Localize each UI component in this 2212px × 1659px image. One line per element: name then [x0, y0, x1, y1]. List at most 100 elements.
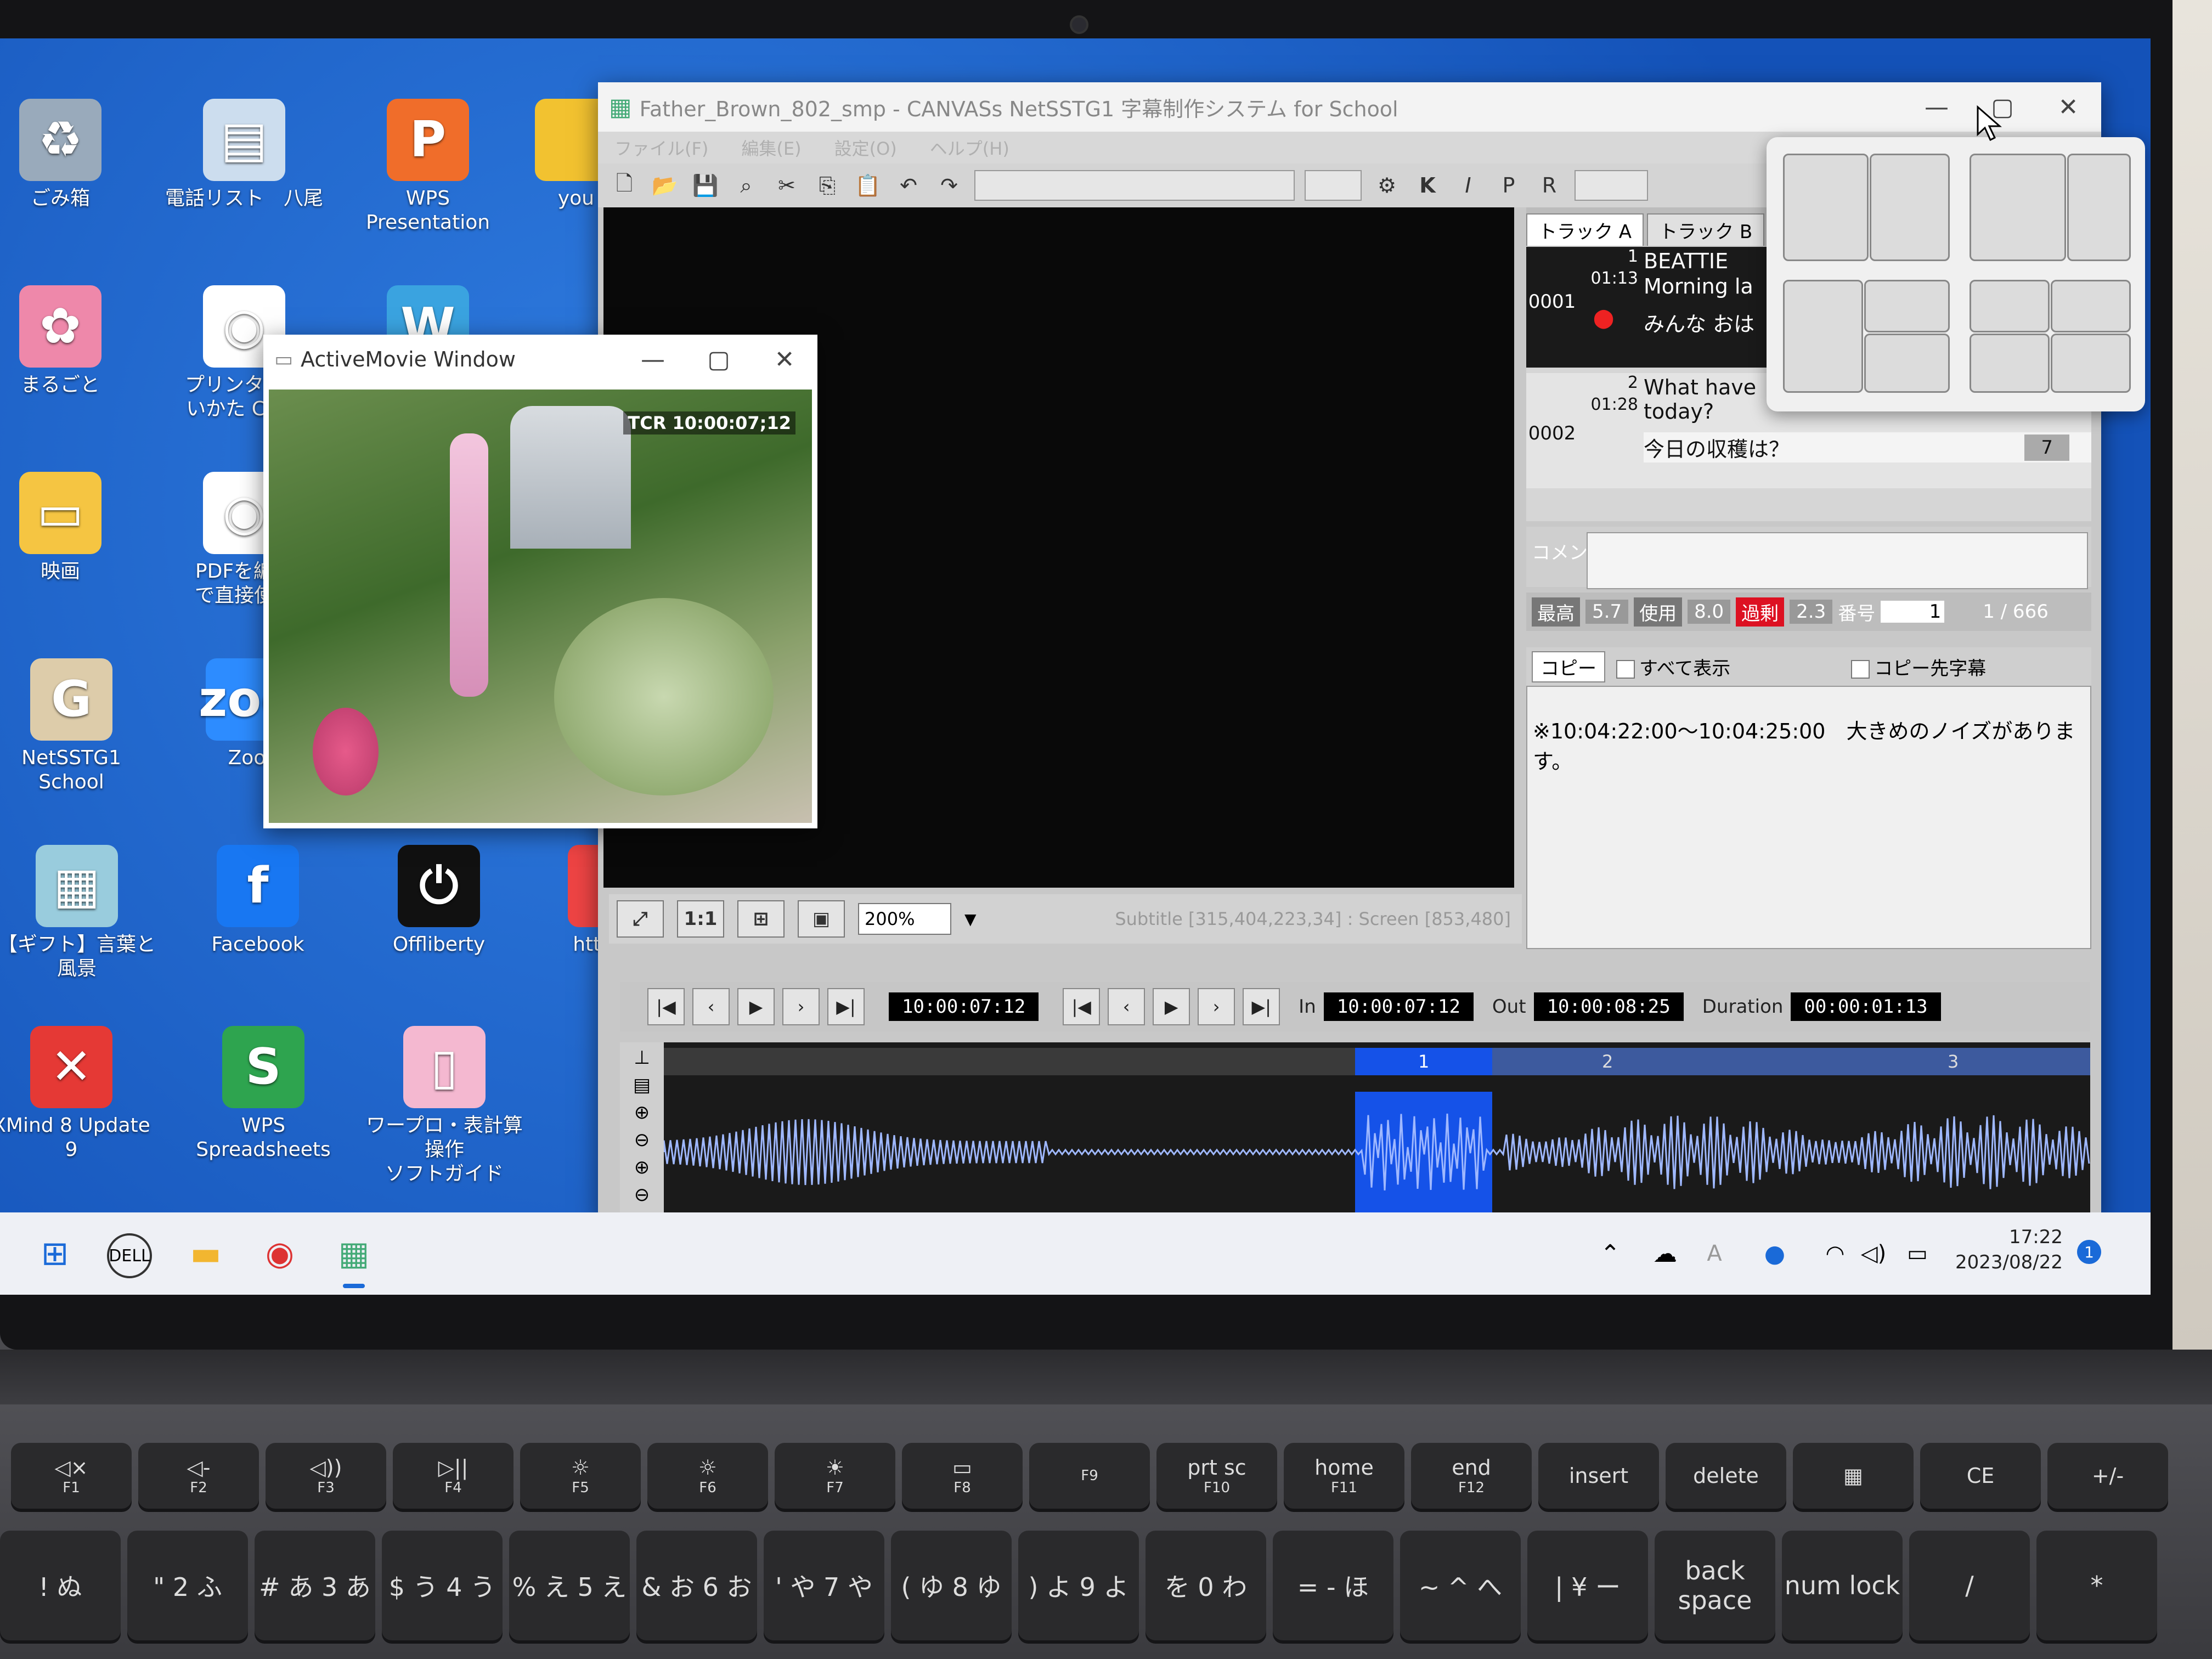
key[interactable]: $ う 4 う: [382, 1531, 503, 1640]
app-tray-icon[interactable]: ●: [1750, 1229, 1799, 1278]
key[interactable]: ' や 7 や: [764, 1531, 884, 1640]
desktop-icon[interactable]: ♻ ごみ箱: [0, 99, 143, 211]
save-icon[interactable]: 💾: [690, 170, 721, 201]
key[interactable]: ☀ F7: [775, 1443, 895, 1509]
key[interactable]: *: [2036, 1531, 2157, 1640]
bold-button[interactable]: K: [1412, 170, 1443, 201]
checkbox-box[interactable]: [1616, 660, 1635, 679]
copy-button[interactable]: コピー: [1532, 651, 1605, 682]
desktop-icon[interactable]: ▦ 【ギフト】言葉と風景: [0, 845, 159, 981]
notification-badge[interactable]: 1: [2077, 1240, 2101, 1264]
menu-file[interactable]: ファイル(F): [614, 135, 708, 160]
close-button[interactable]: ✕: [752, 346, 817, 374]
skip-end-icon[interactable]: ▶|: [827, 988, 865, 1025]
comment-input[interactable]: [1587, 532, 2088, 589]
desktop-icon[interactable]: S WPS Spreadsheets: [181, 1026, 346, 1162]
key[interactable]: back space: [1655, 1531, 1775, 1640]
dell-icon[interactable]: DELL: [107, 1233, 152, 1278]
maximize-button[interactable]: ▢: [686, 346, 752, 374]
key[interactable]: を 0 わ: [1146, 1531, 1266, 1640]
ratio-button[interactable]: 1:1: [677, 900, 724, 938]
marker-icon[interactable]: ⊥: [620, 1047, 664, 1069]
snap-zone[interactable]: [1864, 334, 1950, 393]
snap-zone[interactable]: [1970, 154, 2066, 261]
snap-zone[interactable]: [2051, 334, 2131, 393]
netsstg-taskbar-icon[interactable]: ▦: [329, 1229, 379, 1278]
skip-start-icon[interactable]: |◀: [647, 988, 685, 1025]
key[interactable]: ▦: [1793, 1443, 1914, 1509]
movie-frame[interactable]: TCR 10:00:07;12: [269, 390, 812, 823]
menu-edit[interactable]: 編集(E): [741, 135, 801, 160]
desktop-icon[interactable]: G NetSSTG1 School: [0, 658, 154, 794]
undo-icon[interactable]: ↶: [893, 170, 924, 201]
desktop-icon[interactable]: ▯ ワープロ・表計算操作 ソフトガイド: [362, 1026, 527, 1186]
key[interactable]: insert: [1538, 1443, 1659, 1509]
open-folder-icon[interactable]: 📂: [650, 170, 680, 201]
snap-zone[interactable]: [1864, 280, 1950, 332]
key[interactable]: +/-: [2047, 1443, 2168, 1509]
key[interactable]: ☼ F5: [520, 1443, 641, 1509]
snap-zone[interactable]: [1870, 154, 1950, 261]
r-button[interactable]: R: [1534, 170, 1565, 201]
find-icon[interactable]: ⌕: [731, 170, 761, 201]
zoom-dropdown-icon[interactable]: ▼: [964, 910, 977, 928]
key[interactable]: | ¥ ー: [1527, 1531, 1648, 1640]
onedrive-icon[interactable]: ☁: [1640, 1229, 1690, 1278]
key[interactable]: delete: [1666, 1443, 1786, 1509]
desktop-icon[interactable]: f Facebook: [176, 845, 340, 957]
audio-waveform[interactable]: [664, 1092, 2090, 1212]
track-icon[interactable]: ▤: [620, 1074, 664, 1096]
show-all-checkbox[interactable]: すべて表示: [1616, 653, 1730, 680]
fit-screen-icon[interactable]: ⤢: [617, 900, 664, 938]
ruby-icon[interactable]: ⚙: [1372, 170, 1402, 201]
key[interactable]: prt sc F10: [1156, 1443, 1277, 1509]
snap-zone[interactable]: [2067, 154, 2131, 261]
close-button[interactable]: ✕: [2035, 93, 2101, 121]
key[interactable]: = - ほ: [1273, 1531, 1393, 1640]
minimize-button[interactable]: —: [1904, 93, 1970, 121]
menu-settings[interactable]: 設定(O): [834, 135, 897, 160]
key[interactable]: " 2 ふ: [127, 1531, 248, 1640]
seg-play-icon[interactable]: ▶: [1153, 988, 1190, 1025]
key[interactable]: % え 5 え: [509, 1531, 630, 1640]
desktop-icon[interactable]: P WPS Presentation: [346, 99, 510, 235]
step-forward-icon[interactable]: ›: [782, 988, 820, 1025]
zoom-in-icon[interactable]: ⊕: [620, 1102, 664, 1124]
checkbox-box[interactable]: [1851, 660, 1870, 679]
zoom-out-icon[interactable]: ⊖: [620, 1129, 664, 1151]
key[interactable]: F9: [1029, 1443, 1150, 1509]
key[interactable]: ~ ^ へ: [1400, 1531, 1521, 1640]
key[interactable]: home F11: [1284, 1443, 1404, 1509]
copy-dest-checkbox[interactable]: コピー先字幕: [1851, 653, 1986, 680]
activemovie-titlebar[interactable]: ▭ ActiveMovie Window — ▢ ✕: [263, 335, 817, 384]
key[interactable]: ◁)) F3: [266, 1443, 386, 1509]
key[interactable]: num lock: [1782, 1531, 1903, 1640]
key[interactable]: CE: [1920, 1443, 2041, 1509]
cut-icon[interactable]: ✂: [771, 170, 802, 201]
size-select[interactable]: [1305, 170, 1362, 201]
copy-icon[interactable]: ⎘: [812, 170, 843, 201]
key[interactable]: & お 6 お: [636, 1531, 757, 1640]
key[interactable]: ( ゆ 8 ゆ: [891, 1531, 1012, 1640]
desktop-icon[interactable]: ✕ XMind 8 Update 9: [0, 1026, 154, 1162]
p-button[interactable]: P: [1493, 170, 1524, 201]
app-titlebar[interactable]: ▦ Father_Brown_802_smp - CANVASs NetSSTG…: [598, 82, 2101, 132]
seg-start-icon[interactable]: |◀: [1063, 988, 1101, 1025]
zoom-in-v-icon[interactable]: ⊕: [620, 1156, 664, 1178]
desktop-icon[interactable]: ✿ まるごと: [0, 285, 143, 397]
tab-track-a[interactable]: トラック A: [1526, 213, 1644, 246]
key[interactable]: ◁- F2: [138, 1443, 259, 1509]
key[interactable]: ! ぬ: [0, 1531, 121, 1640]
chrome-icon[interactable]: ◉: [255, 1229, 304, 1278]
zoom-select[interactable]: 200%: [858, 903, 951, 935]
snap-zone[interactable]: [1783, 280, 1863, 393]
out-timecode[interactable]: 10:00:08:25: [1533, 992, 1684, 1021]
desktop-icon[interactable]: ⏻ Offliberty: [357, 845, 521, 957]
snap-zone[interactable]: [1783, 154, 1869, 261]
snap-zone[interactable]: [1970, 280, 2050, 332]
key[interactable]: # あ 3 あ: [255, 1531, 375, 1640]
in-timecode[interactable]: 10:00:07:12: [1323, 992, 1474, 1021]
italic-button[interactable]: I: [1453, 170, 1483, 201]
minimize-button[interactable]: —: [620, 346, 686, 374]
key[interactable]: ▷|| F4: [393, 1443, 514, 1509]
